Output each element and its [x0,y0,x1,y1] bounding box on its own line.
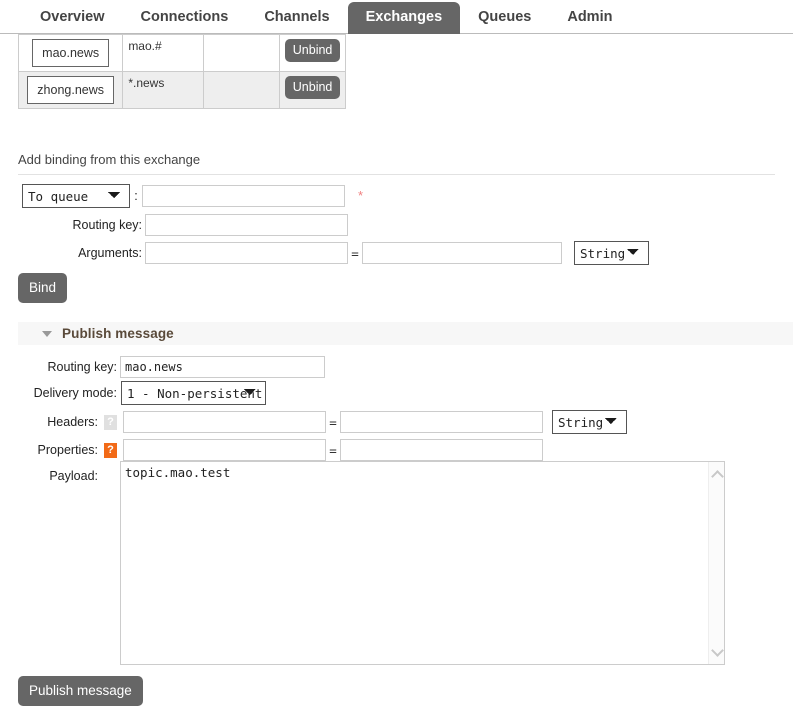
delivery-mode-label: Delivery mode: [22,386,117,400]
add-binding-arguments-row: Arguments: = String [22,241,649,265]
bind-button[interactable]: Bind [18,273,67,303]
tab-overview[interactable]: Overview [22,2,123,34]
add-binding-destination-row: To queue : * [22,184,363,208]
bindings-table: mao.news mao.# Unbind zhong.news *.news … [18,34,346,109]
add-binding-routing-key-row: Routing key: [22,213,348,237]
nav-tab-item: Admin [549,2,630,34]
tab-queues[interactable]: Queues [460,2,549,34]
queue-link-zhong-news[interactable]: zhong.news [27,76,114,104]
properties-value-input[interactable] [340,439,543,461]
equals-sign: = [326,415,340,430]
publish-headers-row: Headers: ? = String [22,410,627,434]
tab-admin[interactable]: Admin [549,2,630,34]
binding-argument-type-select[interactable]: String [574,241,649,265]
headers-label: Headers: [22,415,98,429]
publish-properties-row: Properties: ? = [22,438,543,462]
nav-tab-item: Queues [460,2,549,34]
arguments-label: Arguments: [22,246,142,260]
required-asterisk: * [358,191,363,201]
binding-argument-key-input[interactable] [145,242,348,264]
delivery-mode-select[interactable]: 1 - Non-persistent [121,381,266,405]
publish-routing-key-label: Routing key: [22,360,117,374]
binding-destination-cell: mao.news [19,35,123,72]
tab-exchanges[interactable]: Exchanges [348,2,461,34]
properties-label: Properties: [22,443,98,457]
binding-destination-input[interactable] [142,185,345,207]
headers-help-icon[interactable]: ? [104,415,117,430]
binding-arguments-cell [203,72,279,109]
publish-message-button[interactable]: Publish message [18,676,143,706]
bindings-table-container: mao.news mao.# Unbind zhong.news *.news … [18,34,346,109]
publish-routing-key-input[interactable] [120,356,325,378]
equals-sign: = [348,246,362,261]
properties-help-icon[interactable]: ? [104,443,117,458]
equals-sign: = [326,443,340,458]
payload-label: Payload: [22,469,98,483]
tab-connections[interactable]: Connections [123,2,247,34]
unbind-button[interactable]: Unbind [285,76,341,99]
payload-textarea[interactable] [121,462,709,664]
nav-tab-item: Overview [22,2,123,34]
chevron-down-icon[interactable] [42,331,52,337]
table-row: zhong.news *.news Unbind [19,72,346,109]
queue-link-mao-news[interactable]: mao.news [32,39,109,67]
binding-routing-key-input[interactable] [145,214,348,236]
binding-arguments-cell [203,35,279,72]
payload-container [120,461,725,665]
destination-colon: : [130,189,142,203]
headers-value-input[interactable] [340,411,543,433]
unbind-button[interactable]: Unbind [285,39,341,62]
properties-key-input[interactable] [123,439,326,461]
scroll-down-icon[interactable] [712,645,722,655]
publish-routing-key-row: Routing key: [22,355,325,379]
publish-message-section-header[interactable]: Publish message [18,322,793,345]
headers-key-input[interactable] [123,411,326,433]
binding-routing-key-cell: mao.# [123,35,203,72]
scroll-up-icon[interactable] [712,471,722,481]
nav-tab-item: Connections [123,2,247,34]
routing-key-label: Routing key: [22,218,142,232]
tab-channels[interactable]: Channels [246,2,347,34]
nav-tab-item: Channels [246,2,347,34]
nav-tab-item: Exchanges [348,2,461,34]
publish-delivery-mode-row: Delivery mode: 1 - Non-persistent [22,381,266,405]
binding-routing-key-cell: *.news [123,72,203,109]
binding-unbind-cell: Unbind [279,72,345,109]
publish-message-title: Publish message [62,326,174,341]
table-row: mao.news mao.# Unbind [19,35,346,72]
main-navigation: Overview Connections Channels Exchanges … [0,0,793,34]
headers-type-select[interactable]: String [552,410,627,434]
binding-argument-value-input[interactable] [362,242,562,264]
binding-destination-type-select[interactable]: To queue [22,184,130,208]
binding-destination-cell: zhong.news [19,72,123,109]
payload-scrollbar[interactable] [708,462,724,664]
nav-tab-list: Overview Connections Channels Exchanges … [0,0,793,34]
add-binding-heading: Add binding from this exchange [18,152,775,175]
binding-unbind-cell: Unbind [279,35,345,72]
